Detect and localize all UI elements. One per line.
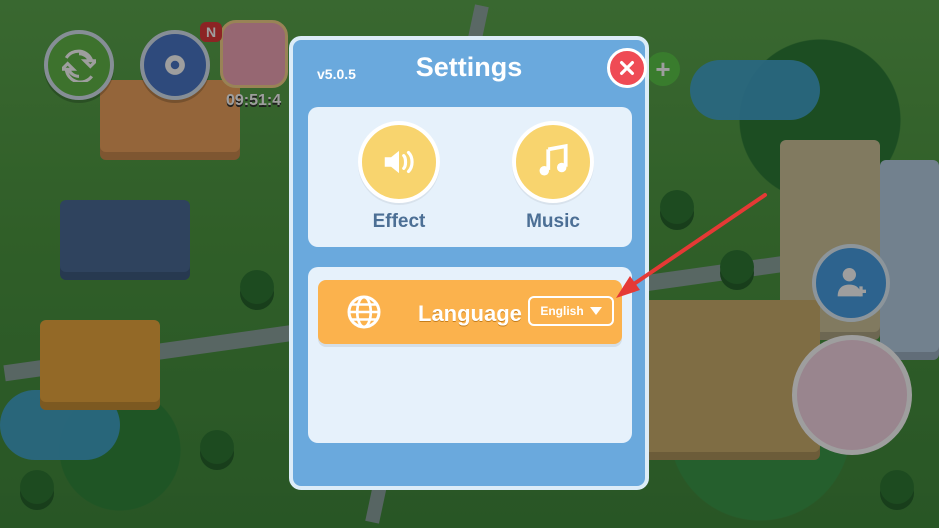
music-note-icon xyxy=(512,121,594,203)
language-panel: Language English xyxy=(308,267,632,443)
modal-header: v5.0.5 Settings xyxy=(293,40,647,100)
globe-icon xyxy=(347,295,381,329)
modal-title: Settings xyxy=(415,52,523,82)
close-button[interactable] xyxy=(607,48,647,88)
pointer-arrow xyxy=(616,193,767,298)
settings-modal: v5.0.5 Settings Effect Music Language En… xyxy=(289,36,649,490)
music-toggle[interactable]: Music xyxy=(508,121,598,233)
music-label: Music xyxy=(526,211,580,232)
language-selected-value: English xyxy=(540,304,584,318)
close-icon xyxy=(620,61,634,75)
effect-label: Effect xyxy=(372,211,426,232)
language-label: Language xyxy=(418,301,522,326)
language-row: Language English xyxy=(318,280,622,344)
effect-toggle[interactable]: Effect xyxy=(354,121,444,233)
sound-panel: Effect Music xyxy=(308,107,632,247)
speaker-icon xyxy=(358,121,440,203)
